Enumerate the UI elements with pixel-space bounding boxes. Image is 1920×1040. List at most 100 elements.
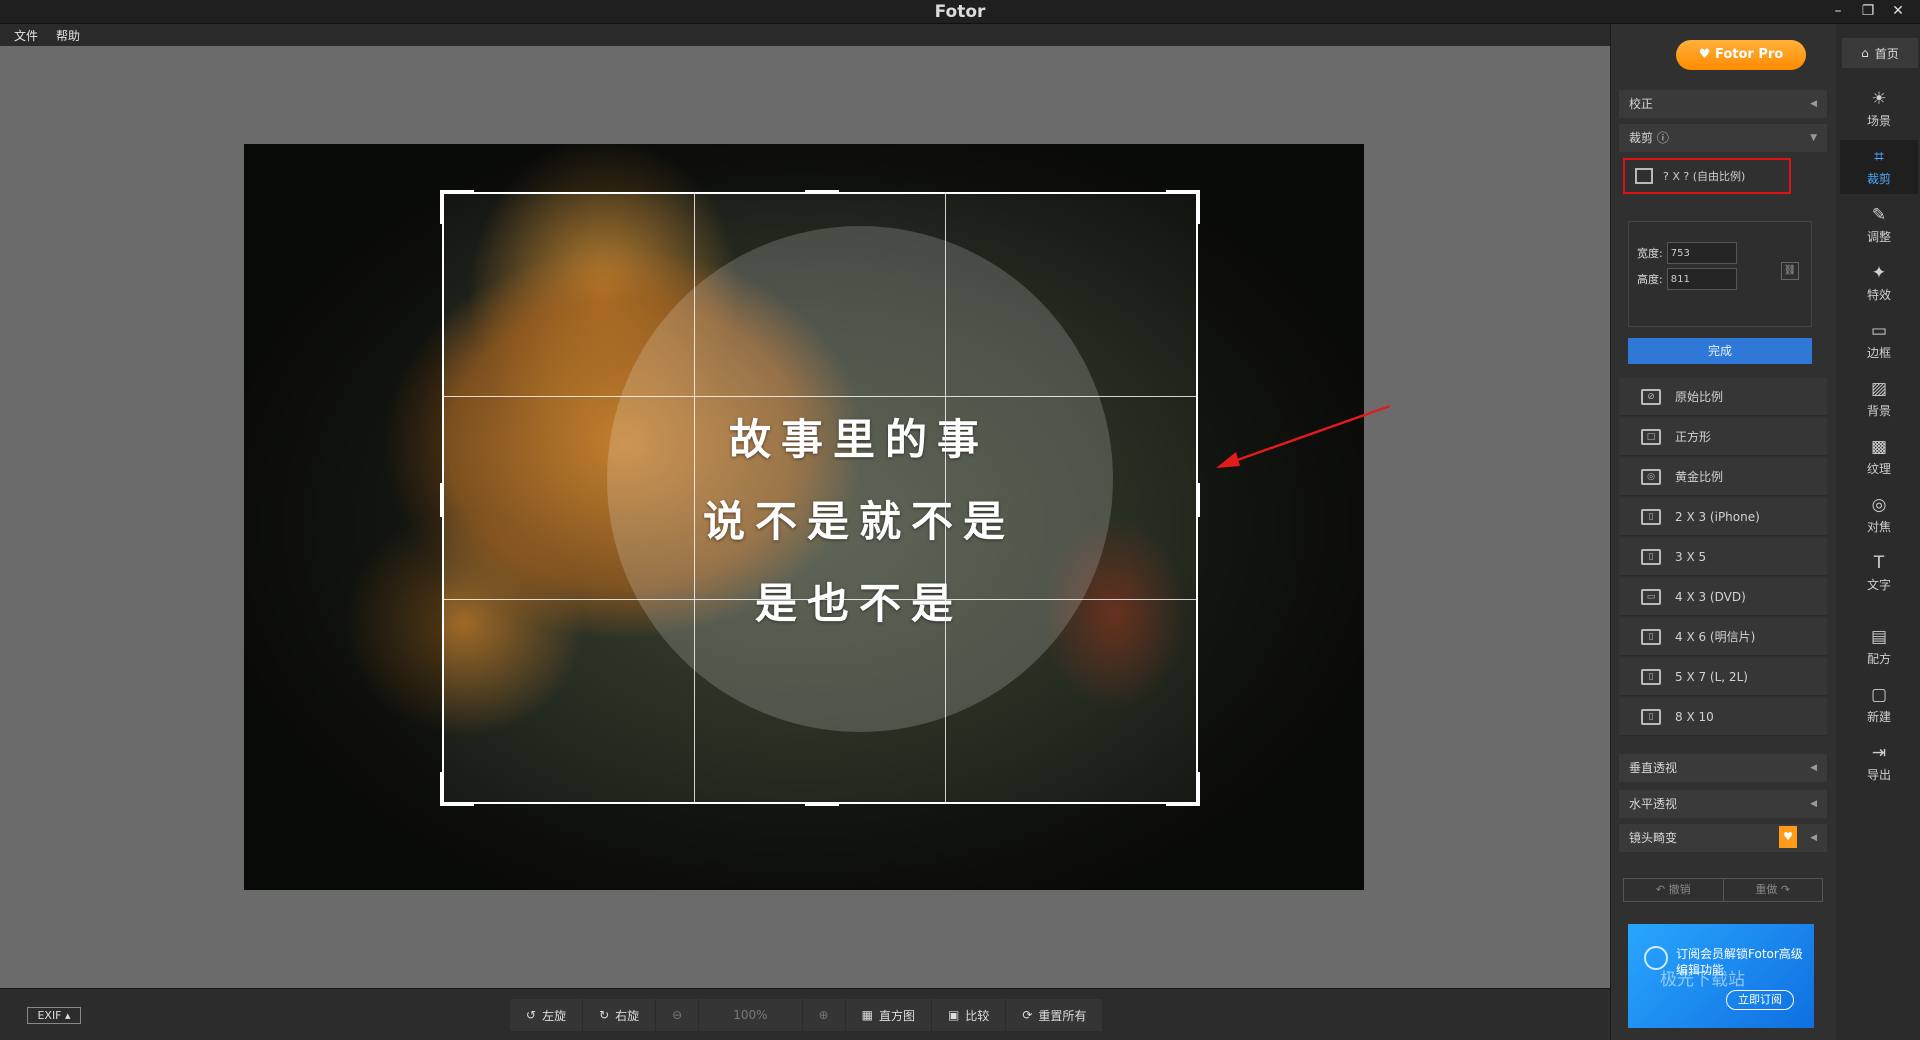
menu-help[interactable]: 帮助 [56, 27, 80, 44]
preset-golden[interactable]: ◎ 黄金比例 [1619, 458, 1827, 496]
crop-box[interactable] [440, 190, 1200, 806]
menu-file[interactable]: 文件 [14, 27, 38, 44]
rail-item-export[interactable]: ⇥ 导出 [1840, 736, 1918, 790]
lock-ratio-icon[interactable]: ⛓ [1781, 262, 1799, 280]
new-file-icon: ▢ [1870, 684, 1888, 705]
rail-label: 裁剪 [1866, 171, 1891, 186]
redo-button[interactable]: 重做 ↷ [1724, 879, 1823, 901]
free-ratio-label: ? X ? (自由比例) [1663, 170, 1746, 183]
preset-square[interactable]: □ 正方形 [1619, 418, 1827, 456]
fotor-pro-button[interactable]: ♥ Fotor Pro [1676, 40, 1806, 70]
zoom-in-button[interactable]: ⊕ [803, 999, 846, 1031]
preset-3x5[interactable]: ▯ 3 X 5 [1619, 538, 1827, 576]
crop-handle-top-right[interactable] [1166, 190, 1200, 224]
section-label: 镜头畸变 [1629, 831, 1678, 845]
crop-mask-left [244, 144, 442, 890]
free-ratio-option[interactable]: ? X ? (自由比例) [1623, 158, 1791, 194]
rotate-left-icon: ↺ [526, 1008, 537, 1022]
subscribe-button[interactable]: 立即订阅 [1726, 990, 1794, 1010]
crop-handle-top-left[interactable] [440, 190, 474, 224]
preset-5x7[interactable]: ▯ 5 X 7 (L, 2L) [1619, 658, 1827, 696]
preset-2x3[interactable]: ▯ 2 X 3 (iPhone) [1619, 498, 1827, 536]
photo: 故事里的事 说不是就不是 是也不是 [244, 144, 1364, 890]
rail-item-recipe[interactable]: ▤ 配方 [1840, 620, 1918, 674]
sun-icon: ☀ [1871, 88, 1887, 109]
height-input[interactable] [1666, 268, 1737, 290]
fotor-app: Fotor – ❐ ✕ 文件 帮助 故事里的事 说不是就不是 是也不是 EXIF… [0, 0, 1920, 1040]
preset-8x10[interactable]: ▯ 8 X 10 [1619, 698, 1827, 736]
size-box: 宽度: 高度: ⛓ [1628, 221, 1812, 327]
crop-grid-line [444, 598, 1196, 600]
rail-item-border[interactable]: ▭ 边框 [1840, 314, 1918, 368]
crop-icon: ⌗ [1874, 146, 1884, 167]
section-label: 水平透视 [1629, 797, 1678, 811]
golden-ratio-icon: ◎ [1641, 468, 1661, 485]
rail-item-scene[interactable]: ☀ 场景 [1840, 82, 1918, 136]
preset-label: 原始比例 [1675, 390, 1724, 404]
crop-handle-bottom-right[interactable] [1166, 772, 1200, 806]
exif-button[interactable]: EXIF ▴ [27, 1007, 81, 1024]
preset-label: 正方形 [1675, 430, 1712, 444]
histogram-button[interactable]: ▦ 直方图 [846, 999, 932, 1031]
section-vertical-perspective[interactable]: 垂直透视 ◀ [1619, 754, 1827, 782]
crop-handle-top[interactable] [805, 190, 839, 194]
rotate-right-button[interactable]: ↻ 右旋 [583, 999, 657, 1031]
rail-item-crop[interactable]: ⌗ 裁剪 [1840, 140, 1918, 194]
restore-button[interactable]: ❐ [1854, 0, 1882, 22]
reset-all-button[interactable]: ⟳ 重置所有 [1006, 999, 1104, 1031]
reset-all-label: 重置所有 [1038, 1008, 1087, 1023]
compare-label: 比较 [965, 1008, 990, 1023]
section-horizontal-perspective[interactable]: 水平透视 ◀ [1619, 790, 1827, 818]
preset-4x3[interactable]: ▭ 4 X 3 (DVD) [1619, 578, 1827, 616]
preset-original[interactable]: ⊘ 原始比例 [1619, 378, 1827, 416]
compare-button[interactable]: ▣ 比较 [932, 999, 1007, 1031]
crop-mask-top [442, 144, 1198, 192]
section-crop[interactable]: 裁剪 ⓘ ▼ [1619, 124, 1827, 152]
preset-4x6[interactable]: ▯ 4 X 6 (明信片) [1619, 618, 1827, 656]
crop-panel: ♥ Fotor Pro 校正 ◀ 裁剪 ⓘ ▼ ? X ? (自由比例) 宽度: 高… [1610, 24, 1836, 1040]
done-button[interactable]: 完成 [1628, 338, 1812, 364]
rail-label: 对焦 [1866, 519, 1891, 534]
width-input[interactable] [1666, 242, 1737, 264]
rail-item-texture[interactable]: ▩ 纹理 [1840, 430, 1918, 484]
undo-button[interactable]: ↶ 撤销 [1624, 879, 1724, 901]
minimize-button[interactable]: – [1824, 0, 1852, 22]
rail-item-focus[interactable]: ◎ 对焦 [1840, 488, 1918, 542]
rail-label: 调整 [1866, 229, 1891, 244]
portrait-ratio-icon: ▯ [1641, 628, 1661, 645]
caret-left-icon: ◀ [1810, 799, 1817, 809]
pro-badge-icon: ♥ [1779, 826, 1797, 848]
original-ratio-icon: ⊘ [1641, 388, 1661, 405]
landscape-ratio-icon: ▭ [1641, 588, 1661, 605]
preset-label: 8 X 10 [1675, 709, 1714, 724]
section-correction[interactable]: 校正 ◀ [1619, 90, 1827, 118]
rotate-left-button[interactable]: ↺ 左旋 [510, 999, 584, 1031]
zoom-out-button[interactable]: ⊖ [656, 999, 700, 1031]
crop-handle-bottom[interactable] [805, 802, 839, 806]
crop-handle-right[interactable] [1196, 483, 1200, 517]
home-button[interactable]: ⌂ 首页 [1842, 38, 1918, 68]
rail-item-new[interactable]: ▢ 新建 [1840, 678, 1918, 732]
crop-mask-right [1198, 144, 1364, 890]
section-label: 垂直透视 [1629, 761, 1678, 775]
crop-handle-bottom-left[interactable] [440, 772, 474, 806]
section-correction-label: 校正 [1629, 97, 1654, 111]
rail-item-text[interactable]: T 文字 [1840, 546, 1918, 600]
crop-grid-line [694, 194, 696, 802]
width-row: 宽度: [1637, 242, 1737, 264]
rail-item-adjust[interactable]: ✎ 调整 [1840, 198, 1918, 252]
site-watermark: 极光下载站 [1660, 970, 1745, 990]
rail-label: 特效 [1866, 287, 1891, 302]
canvas-area: 故事里的事 说不是就不是 是也不是 [0, 46, 1610, 988]
zoom-level-label: 100% [733, 1008, 768, 1022]
rail-item-background[interactable]: ▨ 背景 [1840, 372, 1918, 426]
pencil-icon: ✎ [1871, 204, 1887, 225]
crop-handle-left[interactable] [440, 483, 444, 517]
rotate-right-label: 右旋 [615, 1008, 640, 1023]
rail-label: 场景 [1866, 113, 1891, 128]
height-label: 高度: [1637, 273, 1663, 286]
section-lens-distortion[interactable]: 镜头畸变 ♥ ◀ [1619, 824, 1827, 852]
bottom-toolbar: EXIF ▴ ↺ 左旋 ↻ 右旋 ⊖ 100% ⊕ ▦ 直方图 ▣ 比较 ⟳ 重置所有 [0, 988, 1610, 1040]
rail-item-effects[interactable]: ✦ 特效 [1840, 256, 1918, 310]
close-button[interactable]: ✕ [1884, 0, 1912, 22]
